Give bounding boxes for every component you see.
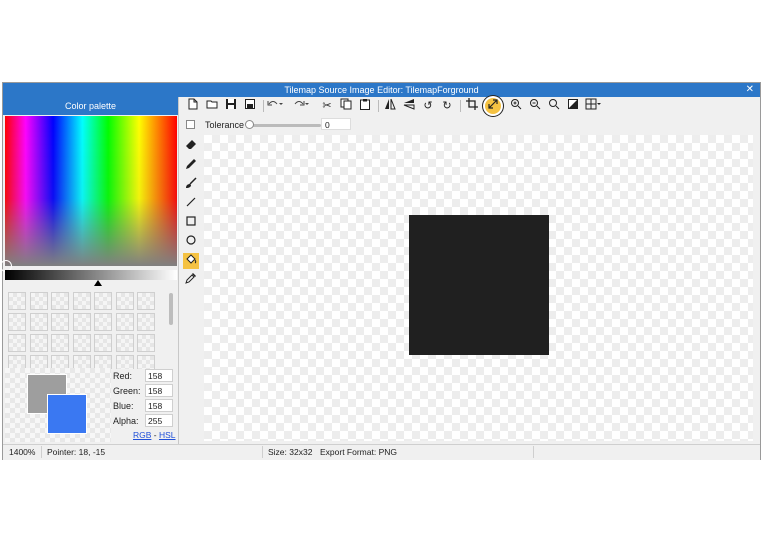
rotate-right-icon[interactable]: ↻: [439, 98, 455, 114]
grayscale-marker[interactable]: [94, 280, 102, 286]
pencil-icon[interactable]: [183, 158, 199, 174]
color-mode-links: RGB - HSL: [133, 430, 176, 440]
empty-swatch[interactable]: [51, 334, 69, 352]
empty-swatch[interactable]: [94, 355, 112, 369]
line-icon[interactable]: [183, 196, 199, 212]
empty-swatch[interactable]: [72, 355, 91, 369]
window-title: Tilemap Source Image Editor: TilemapForg…: [284, 85, 479, 95]
empty-swatch[interactable]: [29, 355, 48, 369]
tolerance-slider[interactable]: [247, 124, 321, 127]
tolerance-label: Tolerance: [205, 120, 245, 130]
color-spectrum[interactable]: [0, 116, 177, 272]
undo-icon[interactable]: [267, 98, 283, 114]
empty-swatch[interactable]: [72, 334, 91, 352]
blue-field[interactable]: 158: [145, 399, 173, 412]
tolerance-checkbox[interactable]: [186, 120, 195, 129]
zoom-fit-icon[interactable]: [546, 98, 562, 114]
empty-swatch[interactable]: [94, 334, 112, 352]
crop-icon[interactable]: [464, 98, 480, 114]
sprite-image: [409, 215, 549, 355]
paste-icon[interactable]: [357, 98, 373, 114]
redo-icon[interactable]: [293, 98, 309, 114]
empty-swatch[interactable]: [51, 292, 69, 310]
status-bar: 1400% Pointer: 18, -15 Size: 32x32 Expor…: [3, 444, 760, 460]
tolerance-value[interactable]: 0: [321, 118, 351, 130]
empty-swatch[interactable]: [115, 292, 134, 310]
red-field[interactable]: 158: [145, 369, 173, 382]
zoom-level: 1400%: [9, 447, 36, 457]
palette-header: Color palette: [3, 97, 178, 115]
grayscale-ramp[interactable]: [5, 270, 177, 280]
secondary-color-swatch[interactable]: [47, 394, 87, 434]
drawing-canvas[interactable]: [204, 135, 753, 441]
empty-swatch[interactable]: [72, 313, 91, 331]
empty-swatch[interactable]: [51, 313, 69, 331]
grid-icon[interactable]: [585, 98, 601, 114]
empty-swatch[interactable]: [137, 292, 155, 310]
cut-icon[interactable]: ✂: [319, 98, 335, 114]
copy-icon[interactable]: [338, 98, 354, 114]
resize-icon[interactable]: [485, 98, 501, 114]
empty-swatch[interactable]: [8, 355, 26, 369]
empty-swatch[interactable]: [29, 334, 48, 352]
empty-swatch[interactable]: [51, 355, 69, 369]
save-icon[interactable]: [223, 98, 239, 114]
alpha-label: Alpha:: [113, 416, 139, 426]
swatch-grid: [5, 289, 165, 369]
empty-swatch[interactable]: [137, 313, 155, 331]
rotate-left-icon[interactable]: ↺: [420, 98, 436, 114]
open-folder-icon[interactable]: [204, 98, 220, 114]
hsl-mode-link[interactable]: HSL: [159, 430, 176, 440]
rectangle-icon[interactable]: [183, 215, 199, 231]
empty-swatch[interactable]: [115, 313, 134, 331]
color-fields: Red: 158 Green: 158 Blue: 158 Alpha: 255: [113, 369, 179, 429]
invert-colors-icon[interactable]: [565, 98, 581, 114]
title-bar: Tilemap Source Image Editor: TilemapForg…: [3, 83, 760, 97]
empty-swatch[interactable]: [29, 313, 48, 331]
fill-bucket-icon[interactable]: [183, 253, 199, 269]
green-field[interactable]: 158: [145, 384, 173, 397]
tool-palette: [181, 135, 201, 445]
empty-swatch[interactable]: [137, 334, 155, 352]
mode-separator: -: [151, 430, 159, 440]
editor-window: Tilemap Source Image Editor: TilemapForg…: [0, 82, 761, 460]
zoom-in-icon[interactable]: [508, 98, 524, 114]
eyedropper-icon[interactable]: [183, 272, 199, 288]
alpha-field[interactable]: 255: [145, 414, 173, 427]
zoom-out-icon[interactable]: [527, 98, 543, 114]
ellipse-icon[interactable]: [183, 234, 199, 250]
pointer-position: Pointer: 18, -15: [47, 447, 106, 457]
brush-icon[interactable]: [183, 177, 199, 193]
empty-swatch[interactable]: [29, 292, 48, 310]
image-size: Size: 32x32: [268, 447, 313, 457]
rgb-mode-link[interactable]: RGB: [133, 430, 151, 440]
red-label: Red:: [113, 371, 133, 381]
tolerance-slider-thumb[interactable]: [245, 120, 254, 129]
export-icon[interactable]: [242, 98, 258, 114]
empty-swatch[interactable]: [8, 334, 26, 352]
new-file-icon[interactable]: [185, 98, 201, 114]
empty-swatch[interactable]: [137, 355, 155, 369]
panel-divider[interactable]: [178, 97, 179, 445]
eraser-icon[interactable]: [183, 139, 199, 155]
flip-vertical-icon[interactable]: [401, 98, 417, 114]
empty-swatch[interactable]: [8, 313, 26, 331]
green-label: Green:: [113, 386, 141, 396]
export-format: Export Format: PNG: [320, 447, 397, 457]
main-toolbar: ✂ ↺ ↻: [181, 97, 759, 115]
blue-label: Blue:: [113, 401, 134, 411]
close-icon[interactable]: ✕: [746, 83, 754, 97]
empty-swatch[interactable]: [94, 292, 112, 310]
empty-swatch[interactable]: [115, 334, 134, 352]
options-bar: Tolerance 0: [181, 117, 759, 133]
empty-swatch[interactable]: [94, 313, 112, 331]
empty-swatch[interactable]: [8, 292, 26, 310]
flip-horizontal-icon[interactable]: [382, 98, 398, 114]
empty-swatch[interactable]: [72, 292, 91, 310]
swatch-scrollbar[interactable]: [169, 293, 173, 325]
empty-swatch[interactable]: [115, 355, 134, 369]
